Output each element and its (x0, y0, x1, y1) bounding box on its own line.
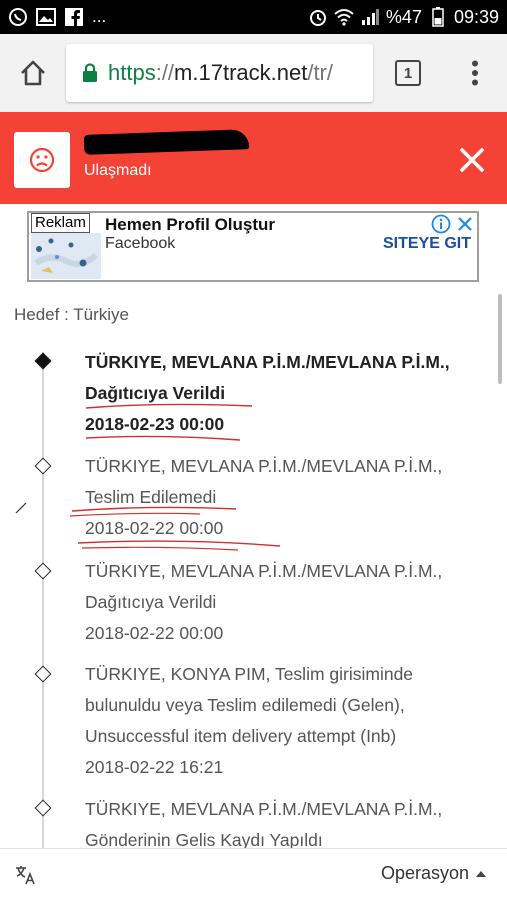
close-banner-button[interactable] (455, 143, 489, 177)
timeline-marker (34, 562, 52, 580)
url-host: m.17track.net (174, 60, 308, 85)
more-vert-icon (472, 60, 478, 86)
image-icon (36, 7, 56, 27)
timeline-marker (34, 665, 52, 683)
ad-advertiser: Facebook (105, 235, 176, 252)
timeline-marker (34, 457, 52, 475)
event-date: 2018-02-22 00:00 (85, 623, 224, 643)
ad-label: Reklam (31, 213, 90, 233)
status-icon-box (14, 132, 70, 188)
url-scheme: https (108, 60, 156, 85)
ad-cta-button[interactable]: SITEYE GIT (383, 235, 471, 253)
tracking-event: TÜRKIYE, MEVLANA P.İ.M./MEVLANA P.İ.M., … (85, 556, 442, 649)
event-location: TÜRKIYE, MEVLANA P.İ.M./MEVLANA P.İ.M., (85, 561, 443, 581)
scrollbar[interactable] (498, 294, 502, 384)
url-path: /tr/ (307, 60, 333, 85)
operation-label: Operasyon (380, 863, 469, 883)
more-notifications: ... (92, 7, 107, 26)
event-date: 2018-02-23 00:00 (85, 414, 225, 434)
wifi-icon (334, 7, 354, 27)
sad-face-icon (29, 147, 55, 173)
ad-banner[interactable]: Reklam Hemen Profil Oluştur Facebook SIT… (27, 211, 479, 282)
ad-close-icon[interactable] (455, 214, 475, 234)
timeline-line (42, 352, 44, 852)
ad-map-thumbnail (31, 233, 101, 279)
home-button[interactable] (0, 34, 66, 112)
home-icon (21, 60, 45, 86)
event-date: 2018-02-22 00:00 (85, 518, 224, 538)
clock: 09:39 (453, 6, 499, 27)
tracking-event: TÜRKIYE, KONYA PIM, Teslim girisiminde b… (85, 659, 413, 783)
destination-label: Hedef : Türkiye (14, 305, 129, 324)
translate-icon (16, 866, 35, 885)
battery-icon (428, 7, 448, 27)
caret-up-icon (476, 870, 486, 877)
ad-info-icon[interactable] (431, 214, 451, 234)
browser-toolbar: https://m.17track.net/tr/ 1 (0, 34, 507, 112)
event-description: Dağıtıcıya Verildi (85, 383, 226, 403)
event-description-en: Unsuccessful item delivery attempt (Inb) (85, 726, 397, 746)
browser-menu-button[interactable] (443, 34, 507, 112)
close-icon (460, 148, 484, 172)
status-bar: ... %47 09:39 (0, 0, 507, 34)
event-location: TÜRKIYE, MEVLANA P.İ.M./MEVLANA P.İ.M., (85, 799, 443, 819)
whatsapp-icon (8, 7, 28, 27)
event-location: TÜRKIYE, MEVLANA P.İ.M./MEVLANA P.İ.M., (85, 352, 450, 372)
timeline-marker (34, 799, 52, 817)
status-text: Ulaşmadı (84, 162, 152, 179)
tab-switcher-button[interactable]: 1 (373, 34, 443, 112)
event-date: 2018-02-22 16:21 (85, 757, 224, 777)
event-location: TÜRKIYE, KONYA PIM, Teslim girisiminde (85, 664, 414, 684)
operation-menu-button[interactable]: Operasyon (381, 863, 487, 884)
tracking-event: TÜRKIYE, MEVLANA P.İ.M./MEVLANA P.İ.M., … (85, 794, 442, 856)
tab-count: 1 (395, 60, 421, 86)
redacted-tracking-number (83, 129, 250, 155)
timeline-marker-current (34, 352, 52, 370)
event-description: Teslim Edilemedi (85, 487, 217, 507)
ad-title: Hemen Profil Oluştur (105, 215, 276, 234)
alarm-icon (308, 7, 328, 27)
battery-level: %47 (385, 6, 422, 27)
tracking-status-banner: Ulaşmadı (0, 112, 507, 204)
bottom-bar: Operasyon (0, 848, 507, 900)
url-separator: :// (155, 60, 175, 85)
tracking-event: TÜRKIYE, MEVLANA P.İ.M./MEVLANA P.İ.M., … (85, 347, 450, 440)
tracking-event: TÜRKIYE, MEVLANA P.İ.M./MEVLANA P.İ.M., … (85, 451, 442, 544)
event-description: Dağıtıcıya Verildi (85, 592, 217, 612)
lock-icon (83, 63, 97, 82)
translate-button[interactable] (14, 863, 38, 887)
address-bar[interactable]: https://m.17track.net/tr/ (66, 44, 373, 102)
event-location: TÜRKIYE, MEVLANA P.İ.M./MEVLANA P.İ.M., (85, 456, 443, 476)
facebook-icon (64, 7, 84, 27)
event-description: bulunuldu veya Teslim edilemedi (Gelen), (85, 695, 405, 715)
signal-icon (360, 7, 380, 27)
